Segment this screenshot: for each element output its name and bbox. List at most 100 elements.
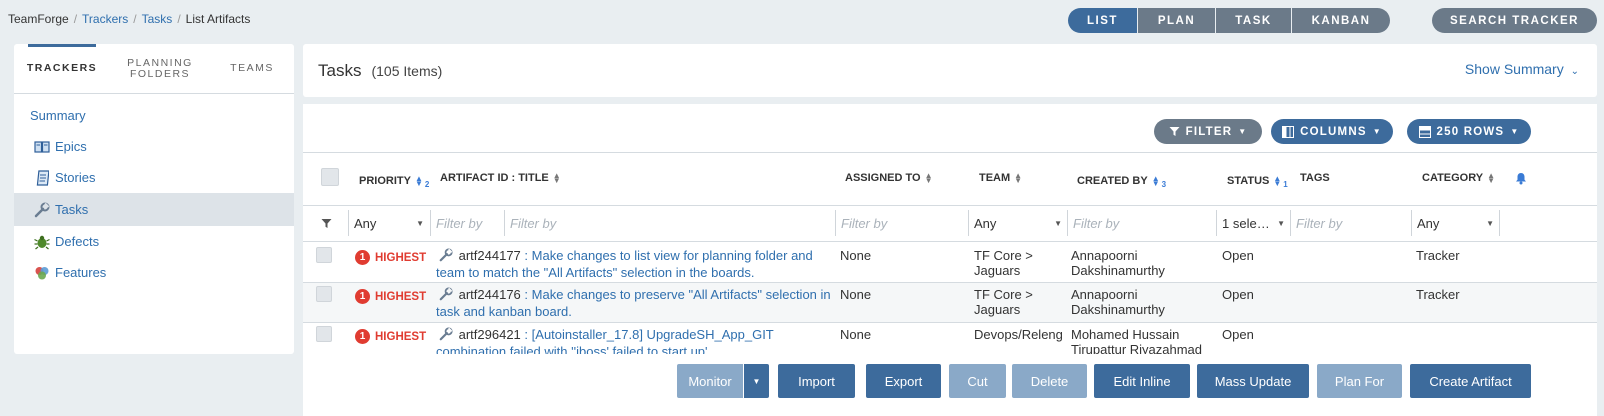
artifact-title-cell: artf296421 : [Autoinstaller_17.8] Upgrad…	[436, 327, 831, 354]
import-button[interactable]: Import	[778, 364, 855, 398]
filter-button[interactable]: FILTER ▼	[1154, 119, 1262, 144]
search-tracker-button[interactable]: SEARCH TRACKER	[1432, 8, 1597, 33]
export-button[interactable]: Export	[866, 364, 941, 398]
tab-planning-folders[interactable]: PLANNING FOLDERS	[110, 44, 210, 93]
filter-artifact-id-input[interactable]: Filter by	[430, 210, 502, 236]
breadcrumb: TeamForge / Trackers / Tasks / List Arti…	[8, 12, 250, 26]
filter-team-select[interactable]: Any ▼	[968, 210, 1066, 236]
sidebar-item-defects[interactable]: Defects	[14, 226, 294, 257]
cut-button[interactable]: Cut	[949, 364, 1006, 398]
item-count: (105 Items)	[371, 62, 443, 79]
funnel-icon	[321, 218, 332, 228]
artifact-id[interactable]: artf244176	[459, 287, 521, 302]
plan-for-button[interactable]: Plan For	[1317, 364, 1402, 398]
sidebar-item-label: Features	[55, 265, 107, 280]
column-header-category[interactable]: CATEGORY ▲ ▼	[1422, 172, 1495, 185]
filter-category-select[interactable]: Any ▼	[1411, 210, 1498, 236]
monitor-button[interactable]: Monitor	[677, 364, 743, 398]
sort-icon: ▲ ▼	[552, 171, 561, 185]
priority-number: 1	[355, 250, 370, 265]
column-header-tags[interactable]: TAGS	[1300, 172, 1330, 184]
column-label: CATEGORY	[1422, 172, 1484, 184]
filter-tags-input[interactable]: Filter by	[1290, 210, 1410, 236]
sort-order: 2	[424, 180, 430, 189]
status-cell: Open	[1222, 248, 1254, 263]
artifact-id[interactable]: artf296421	[459, 327, 521, 342]
table-row[interactable]: 1 HIGHEST artf244177 : Make changes to l…	[303, 242, 1597, 282]
page-title: Tasks	[318, 60, 362, 80]
edit-inline-button[interactable]: Edit Inline	[1094, 364, 1190, 398]
column-header-created-by[interactable]: CREATED BY ▲ ▼ 3	[1077, 172, 1166, 189]
priority-number: 1	[355, 329, 370, 344]
column-label: STATUS	[1227, 174, 1270, 187]
caret-down-icon: ▼	[1238, 127, 1248, 136]
filter-assigned-to-input[interactable]: Filter by	[835, 210, 967, 236]
show-summary-link[interactable]: Show Summary ⌄	[1465, 61, 1579, 77]
artifact-title-cell: artf244177 : Make changes to list view f…	[436, 248, 813, 280]
columns-button[interactable]: COLUMNS ▼	[1271, 119, 1393, 144]
caret-down-icon: ▼	[416, 219, 424, 228]
view-task-button[interactable]: TASK	[1216, 8, 1292, 33]
column-label: PRIORITY	[359, 174, 411, 187]
priority-label: HIGHEST	[375, 251, 427, 264]
table-row[interactable]: 1 HIGHEST artf296421 : [Autoinstaller_17…	[303, 323, 1597, 354]
features-icon	[34, 265, 50, 281]
column-header-team[interactable]: TEAM ▲ ▼	[979, 172, 1022, 185]
tab-teams[interactable]: TEAMS	[210, 44, 294, 93]
column-header-status[interactable]: STATUS ▲ ▼ 1	[1227, 172, 1288, 189]
create-artifact-button[interactable]: Create Artifact	[1410, 364, 1531, 398]
active-tab-indicator	[28, 44, 96, 47]
column-label: ASSIGNED TO	[845, 172, 921, 184]
columns-label: COLUMNS	[1300, 125, 1367, 138]
created-by-link[interactable]: Annapoorni Dakshinamurthy	[1071, 248, 1211, 278]
left-panel: TRACKERS PLANNING FOLDERS TEAMS Summary …	[14, 44, 294, 354]
sidebar-item-label: Stories	[55, 170, 96, 185]
sort-icon: ▲ ▼	[1151, 173, 1160, 188]
sort-icon: ▲ ▼	[414, 173, 423, 188]
caret-down-icon: ▼	[1510, 127, 1520, 136]
view-plan-button[interactable]: PLAN	[1138, 8, 1216, 33]
rows-per-page-button[interactable]: 250 ROWS ▼	[1407, 119, 1531, 144]
notification-bell-icon[interactable]	[1515, 172, 1527, 185]
tab-trackers[interactable]: TRACKERS	[14, 44, 110, 93]
breadcrumb-current: List Artifacts	[185, 12, 251, 26]
assigned-to-cell: None	[840, 248, 872, 263]
row-checkbox[interactable]	[316, 286, 332, 302]
sidebar-item-features[interactable]: Features	[14, 257, 294, 288]
sidebar-item-label: Summary	[30, 108, 86, 123]
view-kanban-button[interactable]: KANBAN	[1292, 8, 1390, 33]
sort-order: 1	[1283, 180, 1288, 189]
funnel-icon	[1169, 127, 1180, 136]
breadcrumb-teamforge[interactable]: TeamForge	[8, 12, 69, 26]
sidebar-item-epics[interactable]: Epics	[14, 131, 294, 162]
created-by-link[interactable]: Annapoorni Dakshinamurthy	[1071, 287, 1211, 317]
row-checkbox[interactable]	[316, 247, 332, 263]
monitor-dropdown-button[interactable]: ▼	[744, 364, 769, 398]
priority-badge: 1 HIGHEST	[355, 289, 426, 304]
created-by-link[interactable]: Mohamed Hussain Tirupattur Riyazahmad	[1071, 327, 1211, 354]
filter-value: 1 sele…	[1222, 215, 1270, 231]
filter-priority-select[interactable]: Any ▼	[348, 210, 428, 236]
column-header-artifact-id-title[interactable]: ARTIFACT ID : TITLE ▲ ▼	[440, 171, 561, 185]
breadcrumb-trackers[interactable]: Trackers	[82, 12, 128, 26]
column-header-priority[interactable]: PRIORITY ▲ ▼ 2	[359, 172, 429, 189]
artifact-id[interactable]: artf244177	[459, 248, 521, 263]
filter-created-by-input[interactable]: Filter by	[1067, 210, 1215, 236]
filter-title-input[interactable]: Filter by	[504, 210, 834, 236]
sidebar-item-tasks[interactable]: Tasks	[14, 193, 294, 226]
select-all-checkbox[interactable]	[321, 168, 339, 186]
column-header-assigned-to[interactable]: ASSIGNED TO ▲ ▼	[845, 172, 933, 185]
left-tabs: TRACKERS PLANNING FOLDERS TEAMS	[14, 44, 294, 94]
chevron-down-icon: ⌄	[1570, 66, 1579, 77]
delete-button[interactable]: Delete	[1012, 364, 1087, 398]
status-cell: Open	[1222, 287, 1254, 302]
view-list-button[interactable]: LIST	[1068, 8, 1138, 33]
category-cell: Tracker	[1416, 287, 1460, 302]
sidebar-item-stories[interactable]: Stories	[14, 162, 294, 193]
filter-status-select[interactable]: 1 sele… ▼	[1216, 210, 1289, 236]
breadcrumb-tasks[interactable]: Tasks	[142, 12, 173, 26]
sidebar-item-summary[interactable]: Summary	[14, 100, 294, 131]
table-row[interactable]: 1 HIGHEST artf244176 : Make changes to p…	[303, 283, 1597, 323]
mass-update-button[interactable]: Mass Update	[1197, 364, 1309, 398]
row-checkbox[interactable]	[316, 326, 332, 342]
